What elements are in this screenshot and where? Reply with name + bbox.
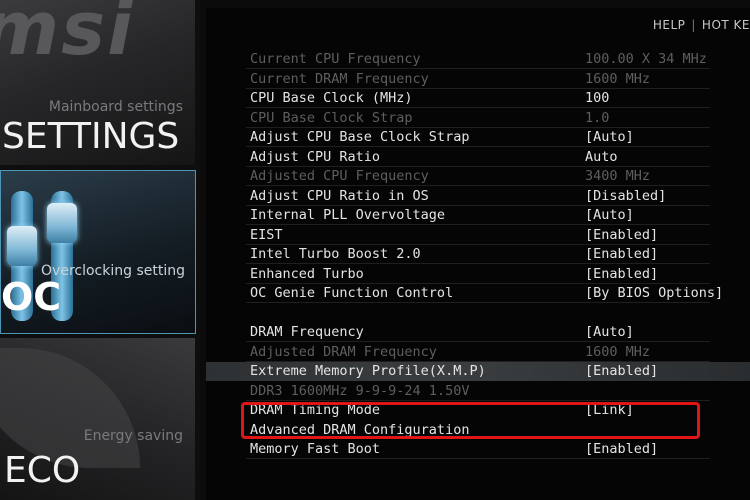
setting-label: Adjusted DRAM Frequency — [250, 344, 437, 360]
setting-value[interactable]: [By BIOS Options] — [585, 284, 723, 303]
setting-value[interactable]: Auto — [585, 148, 618, 167]
setting-row-adjust-cpu-ratio[interactable]: Adjust CPU Ratio Auto — [206, 148, 750, 167]
eco-subtitle: Energy saving — [83, 428, 183, 444]
eco-panel[interactable]: Energy saving ECO — [0, 338, 195, 500]
oc-title: OC — [1, 275, 62, 319]
setting-row-cpu-base-clock-strap: CPU Base Clock Strap 1.0 — [206, 109, 750, 128]
msi-logo: msi — [0, 0, 135, 72]
hotkey-link[interactable]: HOT KE — [702, 18, 750, 32]
setting-value[interactable]: [Auto] — [585, 323, 634, 342]
setting-row-adjusted-dram-frequency: Adjusted DRAM Frequency 1600 MHz — [206, 343, 750, 362]
highlight-annotation-box — [241, 402, 700, 439]
settings-title: SETTINGS — [2, 116, 180, 157]
setting-label: Enhanced Turbo — [250, 266, 364, 282]
setting-label: Adjust CPU Base Clock Strap — [250, 129, 470, 145]
setting-label: Adjust CPU Ratio in OS — [250, 188, 429, 204]
help-link[interactable]: HELP — [653, 18, 686, 32]
setting-value[interactable]: [Enabled] — [585, 226, 658, 245]
setting-label: Current CPU Frequency — [250, 51, 421, 67]
setting-value[interactable]: [Auto] — [585, 206, 634, 225]
setting-label: DRAM Frequency — [250, 324, 364, 340]
setting-value: 100.00 X 34 MHz — [585, 51, 707, 67]
setting-label: CPU Base Clock Strap — [250, 110, 413, 126]
setting-label: Memory Fast Boot — [250, 441, 381, 457]
help-separator: | — [691, 18, 696, 32]
setting-row-cpu-base-clock[interactable]: CPU Base Clock (MHz) 100 — [206, 89, 750, 108]
setting-row-dram-frequency[interactable]: DRAM Frequency [Auto] — [206, 323, 750, 342]
setting-label: Adjusted CPU Frequency — [250, 168, 429, 184]
setting-label: DDR3 1600MHz 9-9-9-24 1.50V — [250, 383, 470, 399]
settings-panel[interactable]: msi Mainboard settings SETTINGS — [0, 0, 195, 165]
setting-row-extreme-memory-profile[interactable]: Extreme Memory Profile(X.M.P) [Enabled] — [206, 362, 750, 381]
setting-row-internal-pll-overvoltage[interactable]: Internal PLL Overvoltage [Auto] — [206, 206, 750, 225]
setting-label: Adjust CPU Ratio — [250, 149, 381, 165]
setting-row-enhanced-turbo[interactable]: Enhanced Turbo [Enabled] — [206, 265, 750, 284]
setting-value: 3400 MHz — [585, 168, 651, 184]
settings-subtitle: Mainboard settings — [48, 99, 183, 115]
setting-row-intel-turbo-boost[interactable]: Intel Turbo Boost 2.0 [Enabled] — [206, 245, 750, 264]
setting-label: Extreme Memory Profile(X.M.P) — [250, 363, 486, 379]
oc-settings-main: HELP | HOT KE Current CPU Frequency 100.00… — [206, 8, 750, 500]
setting-value: 1600 MHz — [585, 344, 651, 360]
eco-title: ECO — [4, 450, 81, 491]
setting-value[interactable]: [Enabled] — [585, 245, 658, 264]
setting-value[interactable]: [Enabled] — [585, 362, 658, 381]
setting-label: Internal PLL Overvoltage — [250, 207, 446, 223]
setting-value[interactable]: [Enabled] — [585, 265, 658, 284]
setting-value[interactable]: [Auto] — [585, 128, 634, 147]
setting-row-current-dram-frequency: Current DRAM Frequency 1600 MHz — [206, 70, 750, 89]
setting-row-adjust-cpu-base-clock-strap[interactable]: Adjust CPU Base Clock Strap [Auto] — [206, 128, 750, 147]
setting-label: Current DRAM Frequency — [250, 71, 429, 87]
help-bar: HELP | HOT KE — [653, 18, 750, 32]
setting-value: 1600 MHz — [585, 71, 651, 87]
setting-row-adjusted-cpu-frequency: Adjusted CPU Frequency 3400 MHz — [206, 167, 750, 186]
setting-value: 1.0 — [585, 110, 610, 126]
setting-value[interactable]: 100 — [585, 89, 609, 108]
setting-row-xmp-profile-info: DDR3 1600MHz 9-9-9-24 1.50V — [206, 382, 750, 401]
setting-row-oc-genie-function-control[interactable]: OC Genie Function Control [By BIOS Optio… — [206, 284, 750, 303]
oc-subtitle: Overclocking setting — [41, 263, 185, 279]
setting-label: Intel Turbo Boost 2.0 — [250, 246, 421, 262]
setting-label: CPU Base Clock (MHz) — [250, 90, 413, 106]
setting-value[interactable]: [Disabled] — [585, 187, 666, 206]
setting-label: OC Genie Function Control — [250, 285, 454, 301]
setting-row-adjust-cpu-ratio-in-os[interactable]: Adjust CPU Ratio in OS [Disabled] — [206, 187, 750, 206]
oc-panel[interactable]: Overclocking setting OC — [0, 170, 196, 334]
setting-label: EIST — [250, 227, 283, 243]
setting-value[interactable]: [Enabled] — [585, 440, 658, 459]
setting-row-memory-fast-boot[interactable]: Memory Fast Boot [Enabled] — [206, 440, 750, 459]
setting-row-current-cpu-frequency: Current CPU Frequency 100.00 X 34 MHz — [206, 50, 750, 69]
sidebar: msi Mainboard settings SETTINGS Overcloc… — [0, 0, 200, 500]
setting-row-eist[interactable]: EIST [Enabled] — [206, 226, 750, 245]
